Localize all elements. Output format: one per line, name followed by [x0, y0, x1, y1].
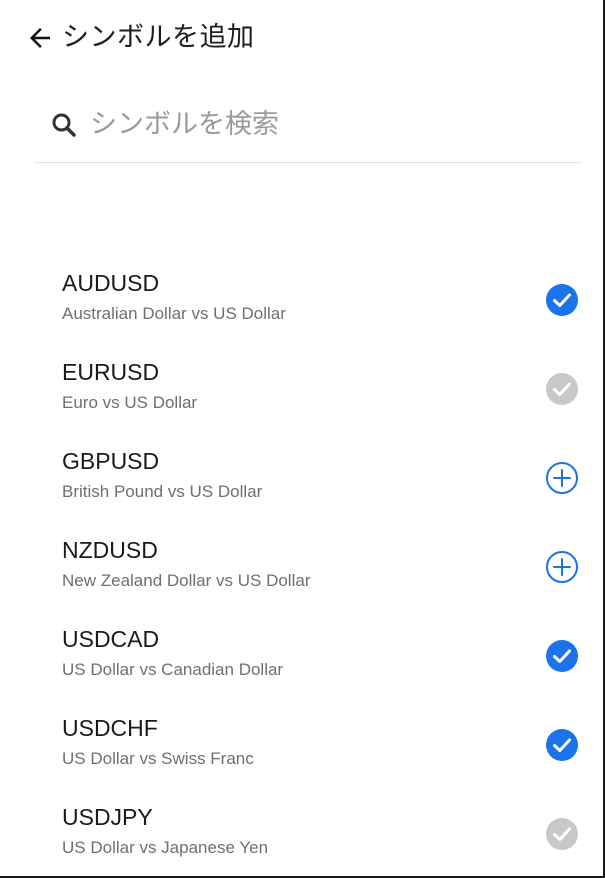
symbol-description: Australian Dollar vs US Dollar — [62, 304, 286, 323]
search-bar[interactable] — [34, 96, 582, 163]
symbol-row[interactable]: GBPUSD British Pound vs US Dollar — [0, 438, 600, 527]
search-input[interactable] — [90, 100, 560, 148]
check-circle-icon[interactable] — [544, 282, 580, 318]
symbol-list: AUDUSD Australian Dollar vs US Dollar EU… — [0, 260, 600, 876]
symbol-name: EURUSD — [62, 359, 160, 385]
symbol-description: US Dollar vs Swiss Franc — [62, 749, 254, 768]
check-circle-icon[interactable] — [544, 638, 580, 674]
search-icon — [49, 110, 79, 140]
add-circle-icon[interactable] — [544, 460, 580, 496]
symbol-name: AUDUSD — [62, 270, 160, 296]
symbol-description: US Dollar vs Japanese Yen — [62, 838, 269, 857]
symbol-row[interactable]: USDCHF US Dollar vs Swiss Franc — [0, 705, 600, 794]
add-circle-icon[interactable] — [544, 549, 580, 585]
check-circle-icon[interactable] — [544, 371, 580, 407]
symbol-name: GBPUSD — [62, 448, 160, 474]
symbol-name: USDCAD — [62, 626, 160, 652]
check-circle-icon[interactable] — [544, 816, 580, 852]
symbol-description: US Dollar vs Canadian Dollar — [62, 660, 284, 679]
symbol-row[interactable]: EURUSD Euro vs US Dollar — [0, 349, 600, 438]
symbol-description: British Pound vs US Dollar — [62, 482, 263, 501]
screen: シンボルを追加 AUDUSD Australian Dollar vs US D… — [0, 0, 605, 878]
symbol-name: USDCHF — [62, 715, 158, 741]
symbol-row[interactable]: NZDUSD New Zealand Dollar vs US Dollar — [0, 527, 600, 616]
page-title: シンボルを追加 — [62, 22, 255, 53]
symbol-name: USDJPY — [62, 804, 153, 830]
app-bar: シンボルを追加 — [0, 0, 600, 78]
symbol-row[interactable]: USDJPY US Dollar vs Japanese Yen — [0, 794, 600, 876]
symbol-row[interactable]: AUDUSD Australian Dollar vs US Dollar — [0, 260, 600, 349]
symbol-name: NZDUSD — [62, 537, 158, 563]
check-circle-icon[interactable] — [544, 727, 580, 763]
symbol-description: New Zealand Dollar vs US Dollar — [62, 571, 311, 590]
symbol-description: Euro vs US Dollar — [62, 393, 198, 412]
back-arrow-icon[interactable] — [22, 20, 58, 56]
symbol-row[interactable]: USDCAD US Dollar vs Canadian Dollar — [0, 616, 600, 705]
